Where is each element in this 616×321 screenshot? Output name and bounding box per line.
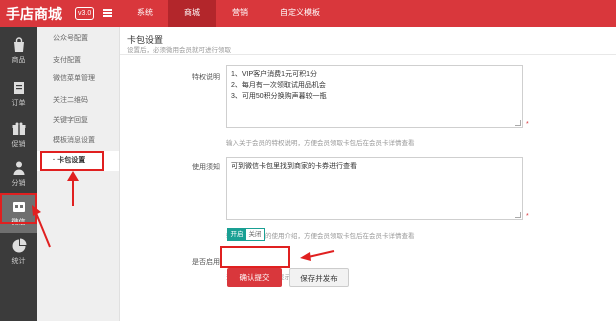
submenu-item-keyword-reply[interactable]: 关键字回复 <box>37 111 119 131</box>
pie-chart-icon <box>12 238 26 253</box>
privilege-textarea[interactable]: 1、VIP客户消费1元可积1分 2、每月有一次领取试用品机会 3、可用50积分换… <box>226 65 523 128</box>
enable-toggle[interactable]: 开启 关闭 <box>227 228 265 241</box>
required-mark: * <box>526 213 529 220</box>
sidebar-item-orders[interactable]: 订单 <box>0 74 37 114</box>
privilege-line-1: 1、VIP客户消费1元可积1分 <box>231 71 317 78</box>
enable-label: 是否启用 <box>192 259 220 266</box>
usage-text: 可到微信卡包里找到商家的卡券进行查看 <box>231 163 357 170</box>
page-subtitle: 设置后，必须微用会员就可进行领取 <box>127 47 231 54</box>
distribution-icon <box>13 161 24 175</box>
sidebar-item-distribution[interactable]: 分销 <box>0 154 37 194</box>
submenu-item-follow-qrcode[interactable]: 关注二维码 <box>37 91 119 111</box>
submenu-item-template-message[interactable]: 模板消息设置 <box>37 131 119 151</box>
save-publish-button[interactable]: 保存并发布 <box>289 268 349 287</box>
top-nav-tabs: 系统 商城 营销 自定义模板 <box>122 0 336 27</box>
privilege-line-2: 2、每月有一次领取试用品机会 <box>231 82 326 89</box>
top-navbar: 手店商城 v3.0 系统 商城 营销 自定义模板 <box>0 0 616 27</box>
sidebar-item-promotions[interactable]: 促销 <box>0 115 37 155</box>
promo-icon <box>12 122 25 135</box>
submenu-item-official-account[interactable]: 公众号配置 <box>37 29 119 49</box>
brand-logo: 手店商城 <box>6 6 62 22</box>
toggle-off-option[interactable]: 关闭 <box>246 229 264 240</box>
tab-system[interactable]: 系统 <box>122 0 168 27</box>
toggle-on-option[interactable]: 开启 <box>228 229 246 240</box>
submenu-item-payment[interactable]: 支付配置 <box>37 51 119 71</box>
usage-label: 使用须知 <box>192 164 220 171</box>
main-content: 卡包设置 设置后，必须微用会员就可进行领取 特权说明 1、VIP客户消费1元可积… <box>120 27 616 321</box>
annotation-box-submenu <box>40 151 104 171</box>
sidebar-item-products[interactable]: 商品 <box>0 31 37 71</box>
sidebar: 商品 订单 促销 分销 微信 统计 <box>0 27 37 321</box>
annotation-box-toggle <box>220 246 290 268</box>
sidebar-item-label: 商品 <box>11 57 26 64</box>
resize-handle[interactable] <box>515 120 521 126</box>
bag-icon <box>13 37 24 52</box>
privilege-help: 输入关于会员的特权说明，方便会员领取卡包后在会员卡详情查看 <box>226 140 415 147</box>
annotation-arrow-diagonal <box>32 205 51 248</box>
privilege-label: 特权说明 <box>192 74 220 81</box>
usage-textarea[interactable]: 可到微信卡包里找到商家的卡券进行查看 <box>226 157 523 220</box>
resize-handle[interactable] <box>515 212 521 218</box>
sidebar-item-label: 分销 <box>11 180 26 187</box>
privilege-line-3: 3、可用50积分换购声暮较一瓶 <box>231 93 327 100</box>
submenu-item-wechat-menu[interactable]: 微信菜单管理 <box>37 69 119 89</box>
version-badge: v3.0 <box>75 7 95 20</box>
menu-icon[interactable] <box>103 9 112 17</box>
sidebar-item-label: 订单 <box>11 100 26 107</box>
order-icon <box>13 82 24 94</box>
annotation-arrow-up <box>67 171 79 206</box>
tab-marketing[interactable]: 营销 <box>216 0 264 27</box>
submit-button[interactable]: 确认提交 <box>227 268 282 287</box>
sidebar-item-label: 统计 <box>11 258 26 265</box>
annotation-arrow-left <box>300 250 335 261</box>
required-mark: * <box>526 121 529 128</box>
divider <box>120 54 616 55</box>
sidebar-item-label: 促销 <box>11 141 26 148</box>
tab-custom-template[interactable]: 自定义模板 <box>264 0 336 27</box>
tab-mall[interactable]: 商城 <box>168 0 216 27</box>
